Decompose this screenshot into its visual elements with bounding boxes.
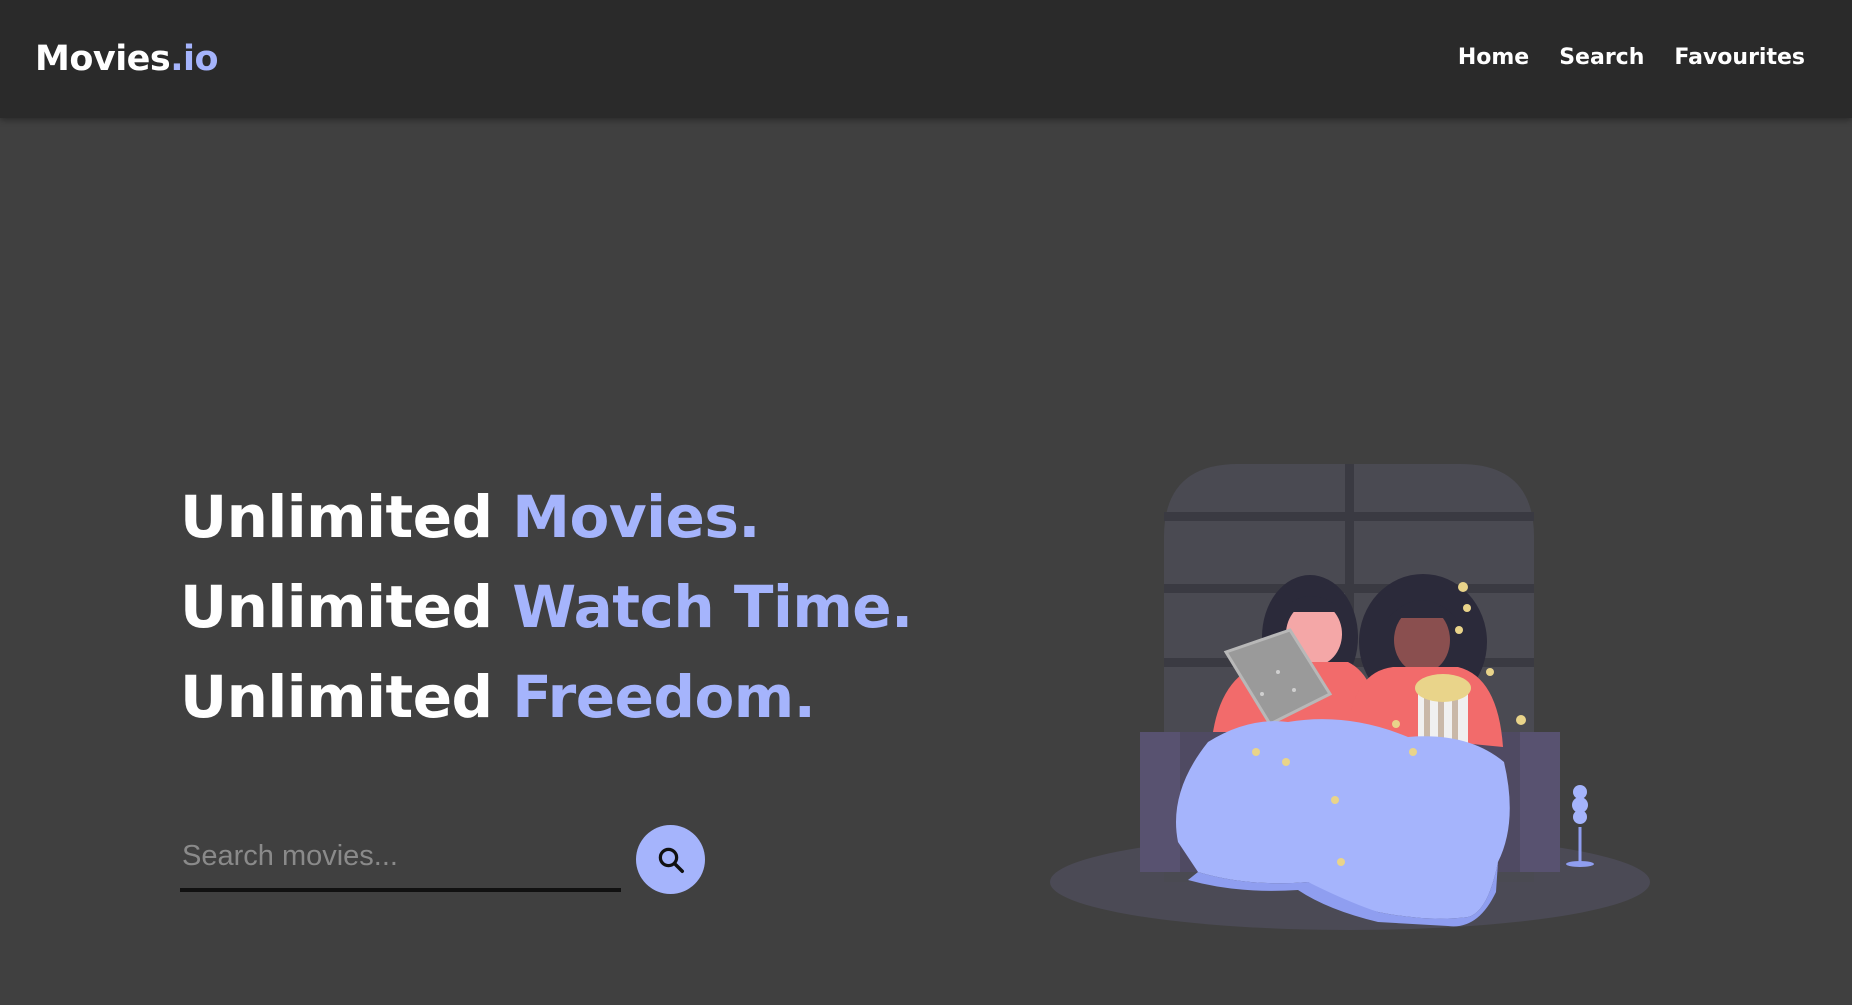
search-icon [658,847,684,873]
hero-line-highlight: Watch Time. [512,573,913,641]
brand-logo[interactable]: Movies.io [35,36,219,82]
hero-line-freedom: Unlimited Freedom. [180,652,913,742]
hero-line-highlight: Movies. [512,483,760,551]
hero-line-prefix: Unlimited [180,573,493,641]
brand-suffix: .io [170,39,219,79]
navbar: Movies.io Home Search Favourites [0,0,1852,118]
hero-line-prefix: Unlimited [180,663,493,731]
brand-name: Movies [35,39,171,79]
search-input[interactable] [180,824,621,892]
search-form [180,824,621,894]
nav-favourites-link[interactable]: Favourites [1674,42,1805,74]
couple-watching-movie-illustration [1050,464,1650,930]
hero-line-prefix: Unlimited [180,483,493,551]
hero-line-movies: Unlimited Movies. [180,472,913,562]
nav-home-link[interactable]: Home [1458,42,1529,74]
hero-line-highlight: Freedom. [512,663,816,731]
nav-search-link[interactable]: Search [1559,42,1644,74]
hero-headline: Unlimited Movies. Unlimited Watch Time. … [180,472,913,742]
hero-line-watch-time: Unlimited Watch Time. [180,562,913,652]
nav-links: Home Search Favourites [1458,42,1805,74]
search-button[interactable] [636,825,705,894]
